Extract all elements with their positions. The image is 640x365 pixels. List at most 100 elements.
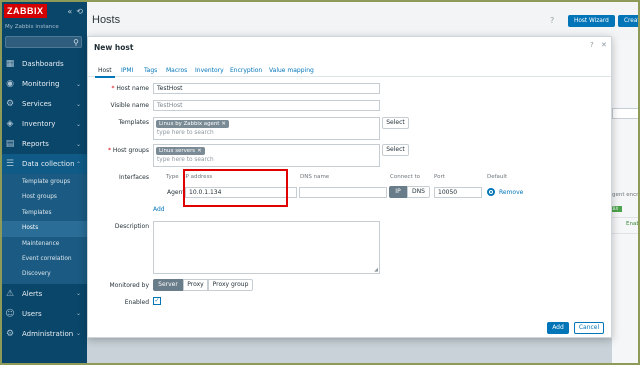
new-host-dialog: New host ? ✕ Host IPMI Tags Macros Inven… [87,36,612,338]
chevron-up-icon: ⌃ [75,160,81,168]
add-button[interactable]: Add [547,322,569,334]
connect-to-ip-button[interactable]: IP [389,186,407,198]
tab-inventory[interactable]: Inventory [195,67,224,74]
host-groups-search-placeholder: type here to search [157,157,214,163]
tab-ipmi[interactable]: IPMI [121,67,133,74]
chevron-down-icon: ⌄ [75,140,81,148]
tab-tags[interactable]: Tags [144,67,157,74]
menu-services[interactable]: ⚙ Services ⌄ [0,94,87,114]
submenu-templates[interactable]: Templates [0,206,87,221]
monitored-by-label: Monitored by [109,282,149,289]
remove-interface-link[interactable]: Remove [499,189,523,196]
help-icon[interactable]: ? [590,41,594,49]
dialog-tabs: Host IPMI Tags Macros Inventory Encrypti… [88,63,611,78]
connect-to-dns-button[interactable]: DNS [407,186,430,198]
tab-encryption[interactable]: Encryption [230,67,262,74]
monitoring-icon: ◉ [6,79,14,89]
inventory-icon: ◈ [6,119,14,129]
background-status: Enab [626,221,640,227]
submenu-event-correlation[interactable]: Event correlation [0,252,87,267]
host-name-input[interactable]: TestHost [153,83,380,94]
menu-administration[interactable]: ⚙ Administration ⌄ [0,324,87,344]
chevron-down-icon: ⌄ [75,80,81,88]
background-column-header: gent encry [612,192,640,198]
submenu-maintenance[interactable]: Maintenance [0,237,87,252]
chevron-down-icon: ⌄ [75,120,81,128]
host-wizard-button[interactable]: Host Wizard [568,15,615,27]
sidebar-search-input[interactable]: ⚲ [5,36,82,48]
description-label: Description [114,223,149,230]
chevron-down-icon: ⌄ [75,290,81,298]
data-collection-icon: ☰ [5,159,15,169]
background-row-divider [612,233,640,234]
interface-default-header: Default [487,174,508,180]
alerts-icon: ⚠ [5,288,15,299]
dashboard-icon: ▦ [5,59,15,69]
collapse-sidebar-icon[interactable]: « [67,7,72,16]
page-header: Hosts ? Host Wizard Create host [87,0,640,40]
enabled-label: Enabled [124,299,149,306]
description-textarea[interactable]: ◢ [153,221,380,274]
chevron-down-icon: ⌄ [75,100,81,108]
monitored-by-server-button[interactable]: Server [153,279,183,291]
create-host-button[interactable]: Create host [618,15,640,27]
zabbix-logo[interactable]: ZABBIX [4,4,47,18]
interface-connect-header: Connect to [390,174,421,180]
monitored-by-proxy-group-button[interactable]: Proxy group [208,279,253,291]
monitored-by-proxy-button[interactable]: Proxy [183,279,208,291]
services-icon: ⚙ [5,99,15,109]
tab-value-mapping[interactable]: Value mapping [269,67,314,74]
interface-port-input[interactable]: 10050 [434,187,482,198]
enabled-checkbox[interactable]: ✓ [153,297,161,305]
administration-icon: ⚙ [5,328,15,339]
visible-name-input[interactable]: TestHost [153,100,380,111]
sidebar: ZABBIX « ⟲ My Zabbix instance ⚲ ▦ Dashbo… [0,0,87,365]
reports-icon: ▤ [5,139,15,149]
help-icon[interactable]: ? [550,16,554,25]
submenu-hosts[interactable]: Hosts [0,221,87,237]
search-icon[interactable]: ⚲ [73,38,79,47]
sidebar-header: ZABBIX « ⟲ [0,0,87,22]
tab-macros[interactable]: Macros [166,67,187,74]
interface-type-header: Type [166,174,179,180]
resize-handle-icon[interactable]: ◢ [374,268,378,273]
submenu-host-groups[interactable]: Host groups [0,190,87,205]
host-groups-multiselect[interactable]: Linux servers ✕ type here to search [153,144,380,167]
menu-reports[interactable]: ▤ Reports ⌄ [0,134,87,154]
visible-name-label: Visible name [110,102,149,109]
templates-multiselect[interactable]: Linux by Zabbix agent ✕ type here to sear… [153,117,380,140]
page-title: Hosts [92,14,121,26]
menu-users[interactable]: ☺ Users ⌄ [0,304,87,324]
interfaces-label: Interfaces [119,174,149,181]
menu-inventory[interactable]: ◈ Inventory ⌄ [0,114,87,134]
templates-select-button[interactable]: Select [382,117,409,129]
default-interface-radio[interactable] [487,188,495,196]
kiosk-mode-icon[interactable]: ⟲ [76,7,83,16]
interface-port-header: Port [434,174,445,180]
interface-dns-input[interactable] [299,187,387,198]
add-interface-link[interactable]: Add [153,206,165,213]
cancel-button[interactable]: Cancel [574,322,604,334]
data-collection-submenu: Template groups Host groups Templates Ho… [0,174,87,284]
remove-chip-icon[interactable]: ✕ [221,121,226,127]
menu-data-collection[interactable]: ☰ Data collection ⌃ [0,154,87,174]
highlight-annotation [183,169,288,207]
remove-chip-icon[interactable]: ✕ [197,148,202,154]
host-groups-select-button[interactable]: Select [382,144,409,156]
submenu-discovery[interactable]: Discovery [0,267,87,282]
submenu-template-groups[interactable]: Template groups [0,175,87,190]
background-input [612,108,640,119]
host-group-chip: Linux servers ✕ [156,147,205,155]
menu-monitoring[interactable]: ◉ Monitoring ⌄ [0,74,87,94]
instance-name: My Zabbix instance [5,24,59,30]
host-groups-label: * Host groups [107,147,149,154]
menu-alerts[interactable]: ⚠ Alerts ⌄ [0,284,87,304]
background-page [612,40,640,365]
templates-label: Templates [118,119,149,126]
tab-host[interactable]: Host [95,67,115,78]
dialog-title: New host [94,43,134,52]
template-chip: Linux by Zabbix agent ✕ [156,120,229,128]
chevron-down-icon: ⌄ [75,310,81,318]
menu-dashboards[interactable]: ▦ Dashboards [0,54,87,74]
close-icon[interactable]: ✕ [601,41,607,49]
